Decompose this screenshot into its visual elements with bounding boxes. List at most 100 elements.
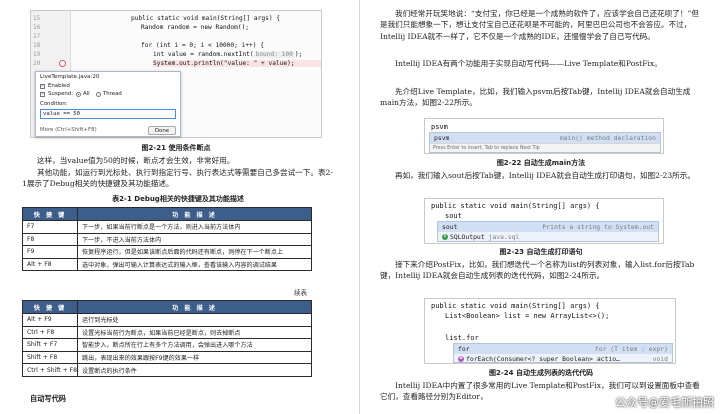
table-row: Ctrl + F8 设置光标当前行为断点，如果当前已经是断点，则去掉断点 bbox=[21, 325, 312, 340]
item-desc: for (T item : expr) bbox=[594, 345, 668, 353]
right-page: 我们经常开玩笑地说：“支付宝，你已经是一个成熟的软件了，应该学会自己还花呗了！”… bbox=[360, 0, 720, 414]
figure-caption: 图2-23 自动生成打印语句 bbox=[499, 248, 583, 256]
code-line: for (int i = 0; i < 10000; i++) { bbox=[141, 42, 264, 49]
code-line: int value = random.nextInt(bound: 100); bbox=[153, 51, 302, 58]
table-header: 快 捷 键 bbox=[22, 207, 78, 221]
code-line: List<Boolean> list = new ArrayList<>(); bbox=[445, 312, 610, 320]
item-name: psvm bbox=[434, 134, 450, 142]
fig23-editor: public static void main(String[] args) {… bbox=[424, 198, 664, 244]
item-desc: main() method declaration bbox=[559, 134, 656, 142]
item-name: forEach(Consumer<? super Boolean> actio… bbox=[466, 355, 620, 363]
suspend-thread-radio[interactable] bbox=[96, 92, 101, 97]
shortcut-key: Alt + F9 bbox=[21, 313, 79, 327]
enabled-label: Enabled bbox=[48, 83, 70, 89]
completion-item[interactable]: sout Prints a string to System.out bbox=[438, 222, 658, 232]
item-name: SQLOutput bbox=[450, 233, 485, 241]
breakpoint-line: System.out.println("value: " + value); bbox=[153, 60, 321, 67]
table-header: 功 能 描 述 bbox=[77, 300, 312, 314]
typed-text: list.for bbox=[445, 334, 479, 342]
typed-text: sout bbox=[445, 212, 462, 220]
suspend-all-radio[interactable] bbox=[76, 92, 81, 97]
completion-popup: for for (T item : expr) m forEach(Consumer… bbox=[453, 343, 673, 363]
shortcut-key: Alt + F8 bbox=[22, 257, 78, 272]
table-caption: 表2-1 Debug相关的快捷键及其功能描述 bbox=[112, 195, 244, 203]
completion-item[interactable]: for for (T item : expr) bbox=[454, 344, 672, 354]
suspend-label: Suspend: bbox=[48, 91, 74, 97]
item-desc: Prints a string to System.out bbox=[542, 223, 654, 231]
item-package: java.sql bbox=[488, 233, 520, 241]
item-name: for bbox=[458, 345, 470, 353]
shortcut-desc: 跳出，表现出来的效果跟按F9键的效果一样 bbox=[77, 350, 312, 365]
condition-input[interactable]: value == 50 bbox=[40, 109, 176, 119]
line-number: 19 bbox=[33, 51, 41, 58]
shortcut-desc: 设置光标当前行为断点，如果当前已经是断点，则去掉断点 bbox=[77, 325, 312, 340]
shortcut-desc: 选中对象，弹出可输入计算表达式的输入框，查看该输入内容的调试结果 bbox=[77, 257, 312, 272]
continued-label: 续表 bbox=[294, 289, 308, 297]
line-number: 16 bbox=[33, 24, 41, 31]
fig21-editor: 15 16 17 18 19 20 public static void mai… bbox=[30, 10, 322, 138]
completion-popup: sout Prints a string to System.out c SQLOu… bbox=[437, 221, 659, 242]
line-number: 17 bbox=[33, 33, 41, 40]
shortcut-desc: 下一步，如果当前行断点是一个方法，则进入当前方法体内 bbox=[77, 220, 312, 234]
paragraph: 我们经常开玩笑地说：“支付宝，你已经是一个成熟的软件了，应该学会自己还花呗了！”… bbox=[380, 9, 699, 41]
breakpoint-popup: LiveTemplate.java:20 ✓ Enabled ✓ Suspend… bbox=[35, 71, 181, 137]
enabled-checkbox[interactable]: ✓ bbox=[40, 84, 45, 89]
suspend-thread-label: Thread bbox=[103, 91, 122, 97]
completion-item[interactable]: c SQLOutput java.sql bbox=[438, 232, 658, 242]
shortcut-desc: 设置断点的执行条件 bbox=[77, 363, 312, 377]
table-header: 快 捷 键 bbox=[21, 300, 79, 314]
shortcut-desc: 运行到光标处 bbox=[77, 313, 312, 327]
more-link[interactable]: More (Ctrl+Shift+F8) bbox=[40, 127, 97, 133]
line-number: 18 bbox=[33, 42, 41, 49]
left-page: 15 16 17 18 19 20 public static void mai… bbox=[0, 0, 360, 414]
figure-caption: 图2-21 使用条件断点 bbox=[141, 144, 211, 152]
parameter-hint: bound: 100 bbox=[253, 51, 295, 58]
shortcut-key: F9 bbox=[22, 245, 78, 259]
table-row: F7 下一步，如果当前行断点是一个方法，则进入当前方法体内 bbox=[22, 220, 312, 234]
shortcut-desc: 智能步入，断点所在行上有多个方法调用，会弹出进入哪个方法 bbox=[77, 338, 312, 352]
shortcut-key: Ctrl + Shift + F8 bbox=[21, 363, 79, 377]
shortcut-key: Ctrl + F8 bbox=[21, 325, 79, 340]
paragraph: 先介绍Live Template，比如，我们输入psvm后按Tab键，Intel… bbox=[380, 87, 691, 108]
paragraph: 接下来介绍PostFix，比如，我们想迭代一个名称为list的列表对象，输入li… bbox=[380, 260, 695, 281]
table-row: F8 下一步，不进入当前方法体内 bbox=[22, 232, 312, 247]
suspend-checkbox[interactable]: ✓ bbox=[40, 92, 45, 97]
line-number: 20 bbox=[33, 60, 41, 67]
figure-caption: 图2-24 自动生成列表的迭代代码 bbox=[489, 369, 593, 377]
code-line: public static void main(String[] args) { bbox=[431, 202, 600, 210]
typed-text: psvm bbox=[431, 123, 448, 131]
line-number: 15 bbox=[33, 15, 41, 22]
item-return-type: void bbox=[652, 355, 668, 363]
code-text: int value = random.nextInt( bbox=[153, 51, 254, 58]
method-icon: m bbox=[458, 356, 464, 362]
paragraph: Intellij IDEA有两个功能用于实现自动写代码——Live Templa… bbox=[395, 59, 662, 68]
fig22-editor: psvm psvm main() method declaration Press… bbox=[424, 118, 664, 154]
shortcut-key: F7 bbox=[22, 220, 78, 234]
shortcut-table-2: 快 捷 键 功 能 描 述 Alt + F9 运行到光标处 Ctrl + F8 设置… bbox=[21, 300, 312, 377]
paragraph: 这样，当value值为50的时候，断点才会生效，非常好用。 bbox=[37, 156, 235, 165]
item-name: sout bbox=[442, 223, 458, 231]
table-row: Alt + F9 运行到光标处 bbox=[21, 313, 312, 327]
table-row: Ctrl + Shift + F8 设置断点的执行条件 bbox=[21, 363, 312, 377]
code-text: ); bbox=[294, 51, 303, 58]
table-row: Shift + F8 跳出，表现出来的效果跟按F9键的效果一样 bbox=[21, 350, 312, 365]
completion-popup: psvm main() method declaration Press Ente… bbox=[429, 132, 661, 153]
class-icon: c bbox=[442, 234, 448, 240]
completion-item[interactable]: psvm main() method declaration bbox=[430, 133, 660, 143]
code-line: public static void main(String[] args) { bbox=[431, 302, 600, 310]
shortcut-desc: 恢复程序运行，但是如果该断点后面的代码还有断点，则停在下一个断点上 bbox=[77, 245, 312, 259]
done-button[interactable]: Done bbox=[148, 126, 176, 135]
popup-title: LiveTemplate.java:20 bbox=[40, 74, 100, 80]
table-row: Alt + F8 选中对象，弹出可输入计算表达式的输入框，查看该输入内容的调试结果 bbox=[22, 257, 312, 272]
completion-item[interactable]: m forEach(Consumer<? super Boolean> actio… bbox=[454, 354, 672, 364]
code-line: public static void main(String[] args) { bbox=[131, 15, 281, 22]
suspend-all-label: All bbox=[83, 91, 90, 97]
figure-caption: 图2-22 自动生成main方法 bbox=[496, 159, 586, 167]
shortcut-key: Shift + F7 bbox=[21, 338, 79, 352]
table-header: 功 能 描 述 bbox=[77, 207, 312, 221]
fig24-editor: public static void main(String[] args) {… bbox=[424, 298, 676, 364]
shortcut-key: F8 bbox=[22, 232, 78, 247]
paragraph: 再如，我们输入sout后按Tab键，Intellij IDEA就会自动生成打印语… bbox=[395, 171, 695, 180]
breakpoint-icon[interactable] bbox=[59, 60, 66, 67]
table-row: Shift + F7 智能步入，断点所在行上有多个方法调用，会弹出进入哪个方法 bbox=[21, 338, 312, 352]
